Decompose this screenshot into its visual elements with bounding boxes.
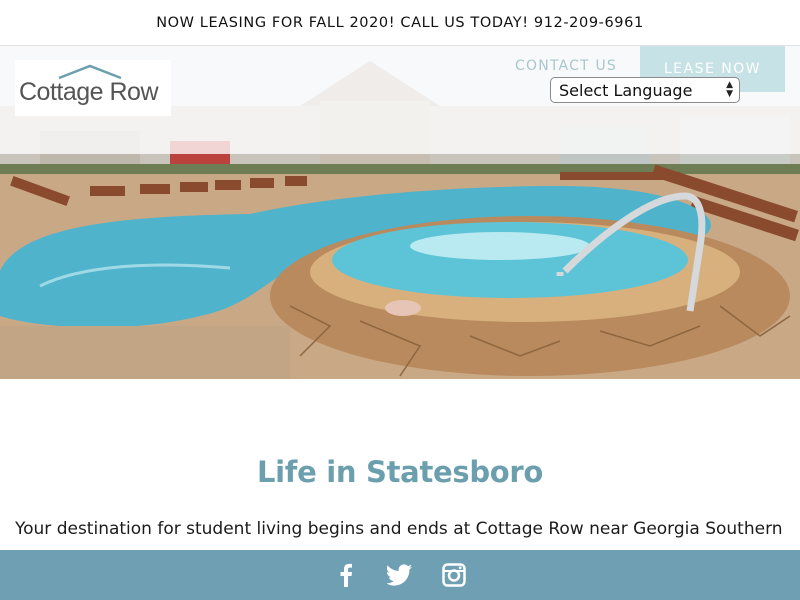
announcement-text[interactable]: NOW LEASING FOR FALL 2020! CALL US TODAY… bbox=[156, 15, 644, 31]
intro-text: Your destination for student living begi… bbox=[15, 519, 783, 539]
social-footer bbox=[0, 550, 800, 600]
logo[interactable]: Cottage Row bbox=[15, 60, 171, 116]
nav-contact-us[interactable]: CONTACT US bbox=[515, 58, 617, 74]
language-select[interactable]: Select Language ▲ ▼ bbox=[550, 77, 740, 103]
select-arrows-icon: ▲ ▼ bbox=[726, 80, 733, 99]
announcement-bar: NOW LEASING FOR FALL 2020! CALL US TODAY… bbox=[0, 0, 800, 46]
page-title: Life in Statesboro bbox=[256, 455, 544, 489]
twitter-icon[interactable] bbox=[386, 561, 414, 589]
instagram-icon[interactable] bbox=[440, 561, 468, 589]
facebook-icon[interactable] bbox=[332, 561, 360, 589]
language-select-value: Select Language bbox=[559, 80, 693, 100]
logo-text: Cottage Row bbox=[19, 78, 159, 106]
